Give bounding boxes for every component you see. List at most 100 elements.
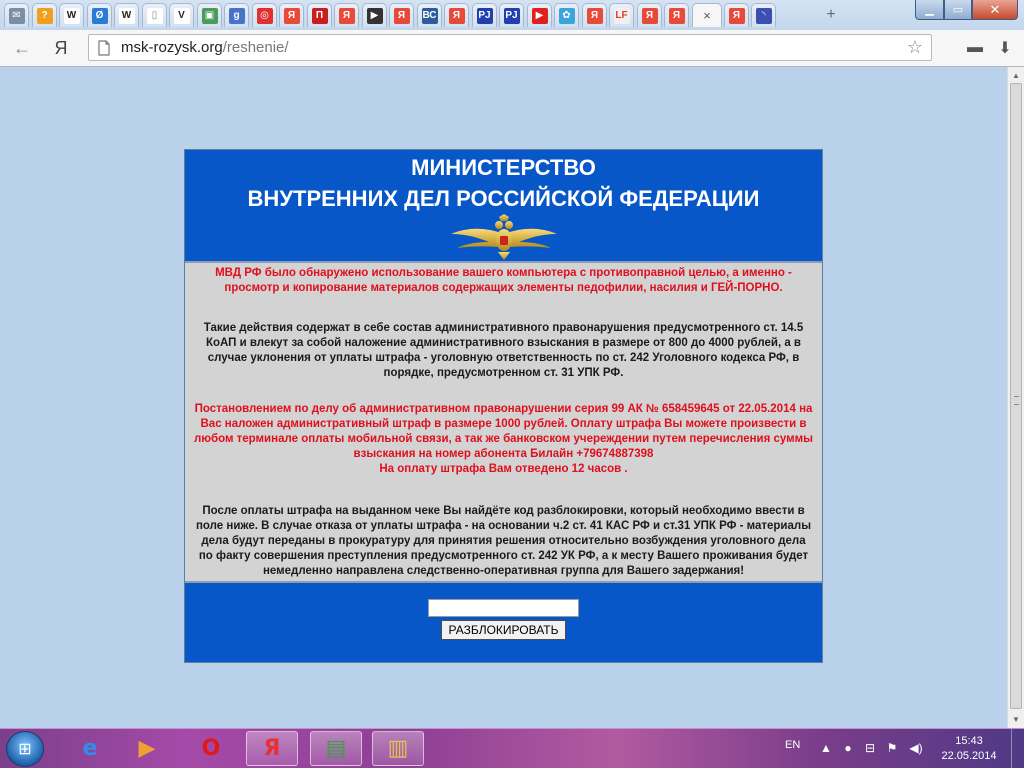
network-icon[interactable]: ⊟: [862, 740, 878, 756]
page-viewport: МИНИСТЕРСТВО ВНУТРЕННИХ ДЕЛ РОССИЙСКОЙ Ф…: [0, 67, 1007, 728]
taskbar-explorer[interactable]: ▥: [372, 731, 424, 766]
minimize-button[interactable]: ▁: [915, 0, 944, 20]
maximize-button[interactable]: ▭: [944, 0, 972, 20]
tab-pj[interactable]: РJ: [472, 3, 497, 27]
scrollbar-thumb[interactable]: [1010, 83, 1022, 709]
tab-yandex-7[interactable]: Я: [664, 3, 689, 27]
action-center-icon[interactable]: ⚑: [884, 740, 900, 756]
tab-mail[interactable]: ✉: [4, 3, 29, 27]
eagle-emblem-icon: [451, 214, 557, 260]
fine-deadline: На оплату штрафа Вам отведено 12 часов .: [379, 463, 628, 475]
tab-loading[interactable]: ◝: [751, 3, 776, 27]
yandex-6-favicon-icon: Я: [641, 7, 658, 24]
taskbar-yandex-browser[interactable]: Я: [246, 731, 298, 766]
taskbar-ie[interactable]: e: [64, 731, 116, 766]
panel-body: МВД РФ было обнаружено использование ваш…: [185, 263, 822, 581]
wikipedia-favicon-icon: W: [63, 7, 80, 24]
browser-toolbar: ← Я msk-rozysk.org/reshenie/ ☆ ▬ ⬇: [0, 30, 1024, 67]
address-bar[interactable]: msk-rozysk.org/reshenie/ ☆: [88, 34, 932, 61]
scroll-down-arrow-icon[interactable]: ▼: [1010, 712, 1022, 726]
system-clock[interactable]: 15:43 22.05.2014: [934, 734, 1004, 764]
mail-favicon-icon: ✉: [8, 7, 25, 24]
instructions-paragraph: После оплаты штрафа на выданном чеке Вы …: [195, 505, 812, 577]
tab-yandex-4[interactable]: Я: [444, 3, 469, 27]
page-icon: [98, 40, 110, 56]
download-button[interactable]: ⬇: [994, 38, 1016, 58]
explorer-icon: ▥: [387, 736, 409, 761]
close-window-button[interactable]: ✕: [972, 0, 1018, 20]
tab-yandex-3[interactable]: Я: [389, 3, 414, 27]
tab-yandex-8[interactable]: Я: [724, 3, 749, 27]
fine-details: Постановлением по делу об административн…: [194, 403, 813, 460]
tab-answers[interactable]: ?: [32, 3, 57, 27]
tab-yandex-2[interactable]: Я: [334, 3, 359, 27]
tab-wikipedia[interactable]: W: [59, 3, 84, 27]
tab-target[interactable]: ◎: [252, 3, 277, 27]
play-favicon-icon: ▶: [366, 7, 383, 24]
monitor-app-icon: ▤: [325, 736, 347, 761]
unlock-button[interactable]: РАЗБЛОКИРОВАТЬ: [441, 620, 566, 640]
url-text[interactable]: msk-rozysk.org/reshenie/: [121, 39, 289, 56]
tray-expand-icon[interactable]: ▲: [818, 740, 834, 756]
url-host: msk-rozysk.org: [121, 39, 223, 56]
download-icon: ⬇: [998, 40, 1012, 57]
panel-footer: РАЗБЛОКИРОВАТЬ: [185, 581, 822, 662]
downloads-bar-button[interactable]: ▬: [962, 38, 988, 58]
tab-vk[interactable]: V: [169, 3, 194, 27]
tab-yandex-6[interactable]: Я: [637, 3, 662, 27]
tab-close-icon[interactable]: ×: [703, 8, 711, 23]
tab-active[interactable]: ×: [692, 3, 722, 27]
start-button[interactable]: ⊞: [6, 731, 44, 767]
tab-lf[interactable]: LF: [609, 3, 634, 27]
volume-icon[interactable]: ◀): [908, 740, 924, 756]
minimize-icon: ▁: [925, 4, 934, 16]
tray-app-icon[interactable]: ●: [840, 740, 856, 756]
loading-favicon-icon: ◝: [755, 7, 772, 24]
tab-bc[interactable]: ВС: [417, 3, 442, 27]
tab-livejournal[interactable]: Ø: [87, 3, 112, 27]
yandex-icon: Я: [54, 37, 68, 58]
blank-page-favicon-icon: ▯: [146, 7, 163, 24]
language-indicator[interactable]: EN: [785, 739, 800, 751]
tab-yandex-5[interactable]: Я: [582, 3, 607, 27]
violation-paragraph: Такие действия содержат в себе состав ад…: [203, 322, 804, 379]
maximize-icon: ▭: [952, 4, 964, 16]
ie-icon: e: [82, 736, 98, 761]
vk-favicon-icon: V: [173, 7, 190, 24]
target-favicon-icon: ◎: [256, 7, 273, 24]
unlock-code-input[interactable]: [428, 599, 579, 617]
tab-photos[interactable]: ▣: [197, 3, 222, 27]
tab-play[interactable]: ▶: [362, 3, 387, 27]
back-arrow-icon: ←: [13, 37, 31, 58]
yandex-2-favicon-icon: Я: [338, 7, 355, 24]
taskbar-opera[interactable]: O: [185, 731, 237, 766]
news-favicon-icon: П: [311, 7, 328, 24]
warning-paragraph: МВД РФ было обнаружено использование ваш…: [215, 267, 792, 294]
tab-strip: ✉? W Ø W ▯ V ▣ g ◎ Я П Я ▶ Я ВС Я РJ РJ ▶ ✿ Я LF Я Я × Я ◝ + ▁ ▭ ✕: [0, 0, 1024, 30]
plus-icon: +: [826, 6, 836, 23]
media-player-icon: ▶: [138, 736, 156, 761]
taskbar-media-player[interactable]: ▶: [121, 731, 173, 766]
new-tab-button[interactable]: +: [820, 6, 842, 24]
back-button[interactable]: ←: [10, 36, 34, 60]
yandex-button[interactable]: Я: [50, 36, 72, 60]
taskbar-monitor-app[interactable]: ▤: [310, 731, 362, 766]
bookmark-star-icon[interactable]: ☆: [907, 37, 923, 58]
yandex-7-favicon-icon: Я: [668, 7, 685, 24]
tab-wikipedia-2[interactable]: W: [114, 3, 139, 27]
tab-flower[interactable]: ✿: [554, 3, 579, 27]
tab-google[interactable]: g: [224, 3, 249, 27]
google-favicon-icon: g: [228, 7, 245, 24]
lf-favicon-icon: LF: [613, 7, 630, 24]
page-info-icon[interactable]: [95, 39, 113, 57]
tab-pj-2[interactable]: РJ: [499, 3, 524, 27]
scroll-up-arrow-icon[interactable]: ▲: [1010, 68, 1022, 82]
show-desktop-button[interactable]: [1011, 729, 1024, 768]
tab-yandex[interactable]: Я: [279, 3, 304, 27]
tab-blank-page[interactable]: ▯: [142, 3, 167, 27]
yandex-favicon-icon: Я: [283, 7, 300, 24]
tab-news[interactable]: П: [307, 3, 332, 27]
page-title-line1: МИНИСТЕРСТВО: [411, 155, 596, 180]
vertical-scrollbar[interactable]: ▲ ▼: [1007, 67, 1024, 728]
tab-youtube[interactable]: ▶: [527, 3, 552, 27]
